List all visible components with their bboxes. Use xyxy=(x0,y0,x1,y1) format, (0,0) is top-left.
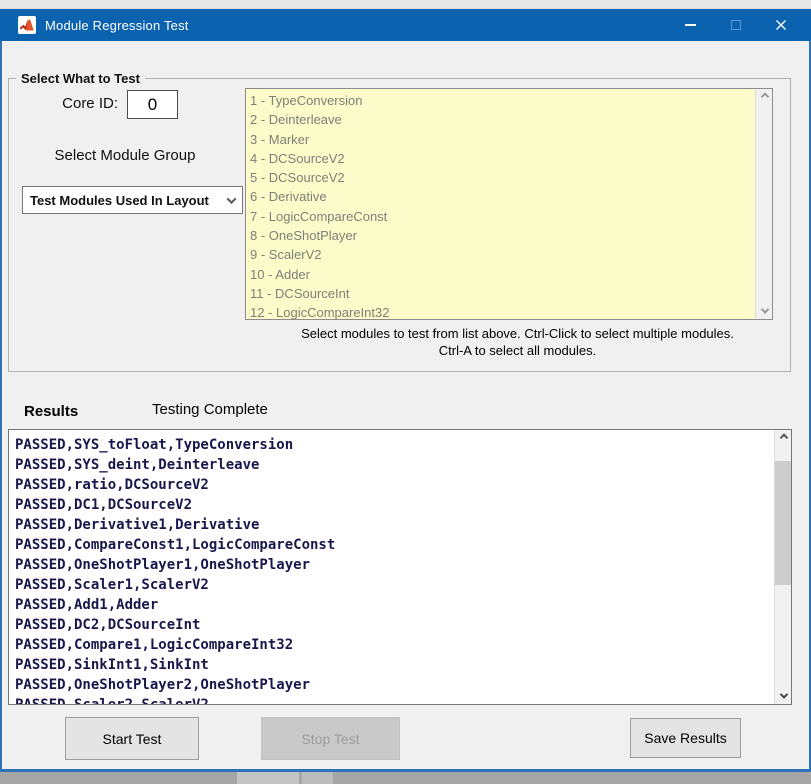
groupbox-legend: Select What to Test xyxy=(16,71,145,86)
module-list-items: 1 - TypeConversion2 - Deinterleave3 - Ma… xyxy=(246,91,755,320)
module-list-scrollbar[interactable] xyxy=(755,89,772,319)
module-list-item[interactable]: 10 - Adder xyxy=(246,265,755,284)
result-line[interactable]: PASSED,DC2,DCSourceInt xyxy=(15,615,773,635)
background-top-strip xyxy=(0,0,811,9)
result-line[interactable]: PASSED,CompareConst1,LogicCompareConst xyxy=(15,535,773,555)
result-line[interactable]: PASSED,Compare1,LogicCompareInt32 xyxy=(15,635,773,655)
chevron-down-icon xyxy=(226,194,236,204)
result-line[interactable]: PASSED,SYS_toFloat,TypeConversion xyxy=(15,435,773,455)
save-results-button[interactable]: Save Results xyxy=(630,718,741,758)
core-id-label: Core ID: xyxy=(40,95,118,112)
titlebar-controls xyxy=(668,9,803,41)
dropdown-chevron-box xyxy=(220,187,242,213)
scrollbar-thumb[interactable] xyxy=(775,461,792,585)
results-label: Results xyxy=(24,403,78,420)
result-line[interactable]: PASSED,ratio,DCSourceV2 xyxy=(15,475,773,495)
hint-line-1: Select modules to test from list above. … xyxy=(250,326,785,343)
chevron-down-icon xyxy=(760,305,768,313)
scroll-up-button[interactable] xyxy=(775,430,792,447)
background-bottom-segment xyxy=(237,772,299,784)
module-group-dropdown[interactable]: Test Modules Used In Layout xyxy=(22,186,243,214)
module-list-item[interactable]: 3 - Marker xyxy=(246,130,755,149)
background-bottom-strip xyxy=(0,772,811,784)
result-line[interactable]: PASSED,SinkInt1,SinkInt xyxy=(15,655,773,675)
core-id-input[interactable] xyxy=(127,90,178,119)
result-line[interactable]: PASSED,SYS_deint,Deinterleave xyxy=(15,455,773,475)
module-select-hint: Select modules to test from list above. … xyxy=(250,326,785,359)
background-bottom-segment xyxy=(302,772,333,784)
module-list-item[interactable]: 12 - LogicCompareInt32 xyxy=(246,303,755,320)
result-line[interactable]: PASSED,Scaler1,ScalerV2 xyxy=(15,575,773,595)
module-group-label: Select Module Group xyxy=(30,147,220,164)
results-scrollbar[interactable] xyxy=(774,430,791,704)
scroll-up-button[interactable] xyxy=(756,89,773,106)
module-list-item[interactable]: 11 - DCSourceInt xyxy=(246,284,755,303)
title-bar: Module Regression Test xyxy=(0,9,811,41)
module-list-item[interactable]: 6 - Derivative xyxy=(246,187,755,206)
start-test-button[interactable]: Start Test xyxy=(65,717,199,760)
module-listbox[interactable]: 1 - TypeConversion2 - Deinterleave3 - Ma… xyxy=(245,88,773,320)
result-line[interactable]: PASSED,OneShotPlayer1,OneShotPlayer xyxy=(15,555,773,575)
maximize-icon xyxy=(731,20,741,30)
matlab-logo-icon xyxy=(20,19,34,31)
screen: Module Regression Test Select What to Te… xyxy=(0,0,811,784)
module-list-item[interactable]: 2 - Deinterleave xyxy=(246,110,755,129)
hint-line-2: Ctrl-A to select all modules. xyxy=(250,343,785,360)
module-group-dropdown-value: Test Modules Used In Layout xyxy=(23,193,220,208)
result-line[interactable]: PASSED,DC1,DCSourceV2 xyxy=(15,495,773,515)
result-line[interactable]: PASSED,Derivative1,Derivative xyxy=(15,515,773,535)
close-button[interactable] xyxy=(758,9,803,41)
chevron-up-icon xyxy=(779,433,787,441)
maximize-button xyxy=(713,9,758,41)
result-line[interactable]: PASSED,OneShotPlayer2,OneShotPlayer xyxy=(15,675,773,695)
window-title: Module Regression Test xyxy=(45,18,189,33)
module-list-item[interactable]: 9 - ScalerV2 xyxy=(246,245,755,264)
matlab-app-icon xyxy=(18,16,36,34)
scroll-down-button[interactable] xyxy=(775,687,792,704)
minimize-button[interactable] xyxy=(668,9,713,41)
module-list-item[interactable]: 4 - DCSourceV2 xyxy=(246,149,755,168)
chevron-down-icon xyxy=(779,690,787,698)
module-list-item[interactable]: 8 - OneShotPlayer xyxy=(246,226,755,245)
testing-status-text: Testing Complete xyxy=(152,401,268,418)
stop-test-button: Stop Test xyxy=(261,717,400,760)
scroll-down-button[interactable] xyxy=(756,302,773,319)
result-line[interactable]: PASSED,Add1,Adder xyxy=(15,595,773,615)
module-list-item[interactable]: 5 - DCSourceV2 xyxy=(246,168,755,187)
window-border xyxy=(0,769,811,772)
results-lines: PASSED,SYS_toFloat,TypeConversionPASSED,… xyxy=(15,435,773,704)
results-listbox[interactable]: PASSED,SYS_toFloat,TypeConversionPASSED,… xyxy=(8,429,792,705)
module-list-item[interactable]: 1 - TypeConversion xyxy=(246,91,755,110)
result-line[interactable]: PASSED,Scaler2,ScalerV2 xyxy=(15,695,773,704)
minimize-icon xyxy=(685,24,696,26)
close-icon xyxy=(774,18,788,32)
chevron-up-icon xyxy=(760,92,768,100)
window-border xyxy=(0,41,2,772)
module-list-item[interactable]: 7 - LogicCompareConst xyxy=(246,207,755,226)
